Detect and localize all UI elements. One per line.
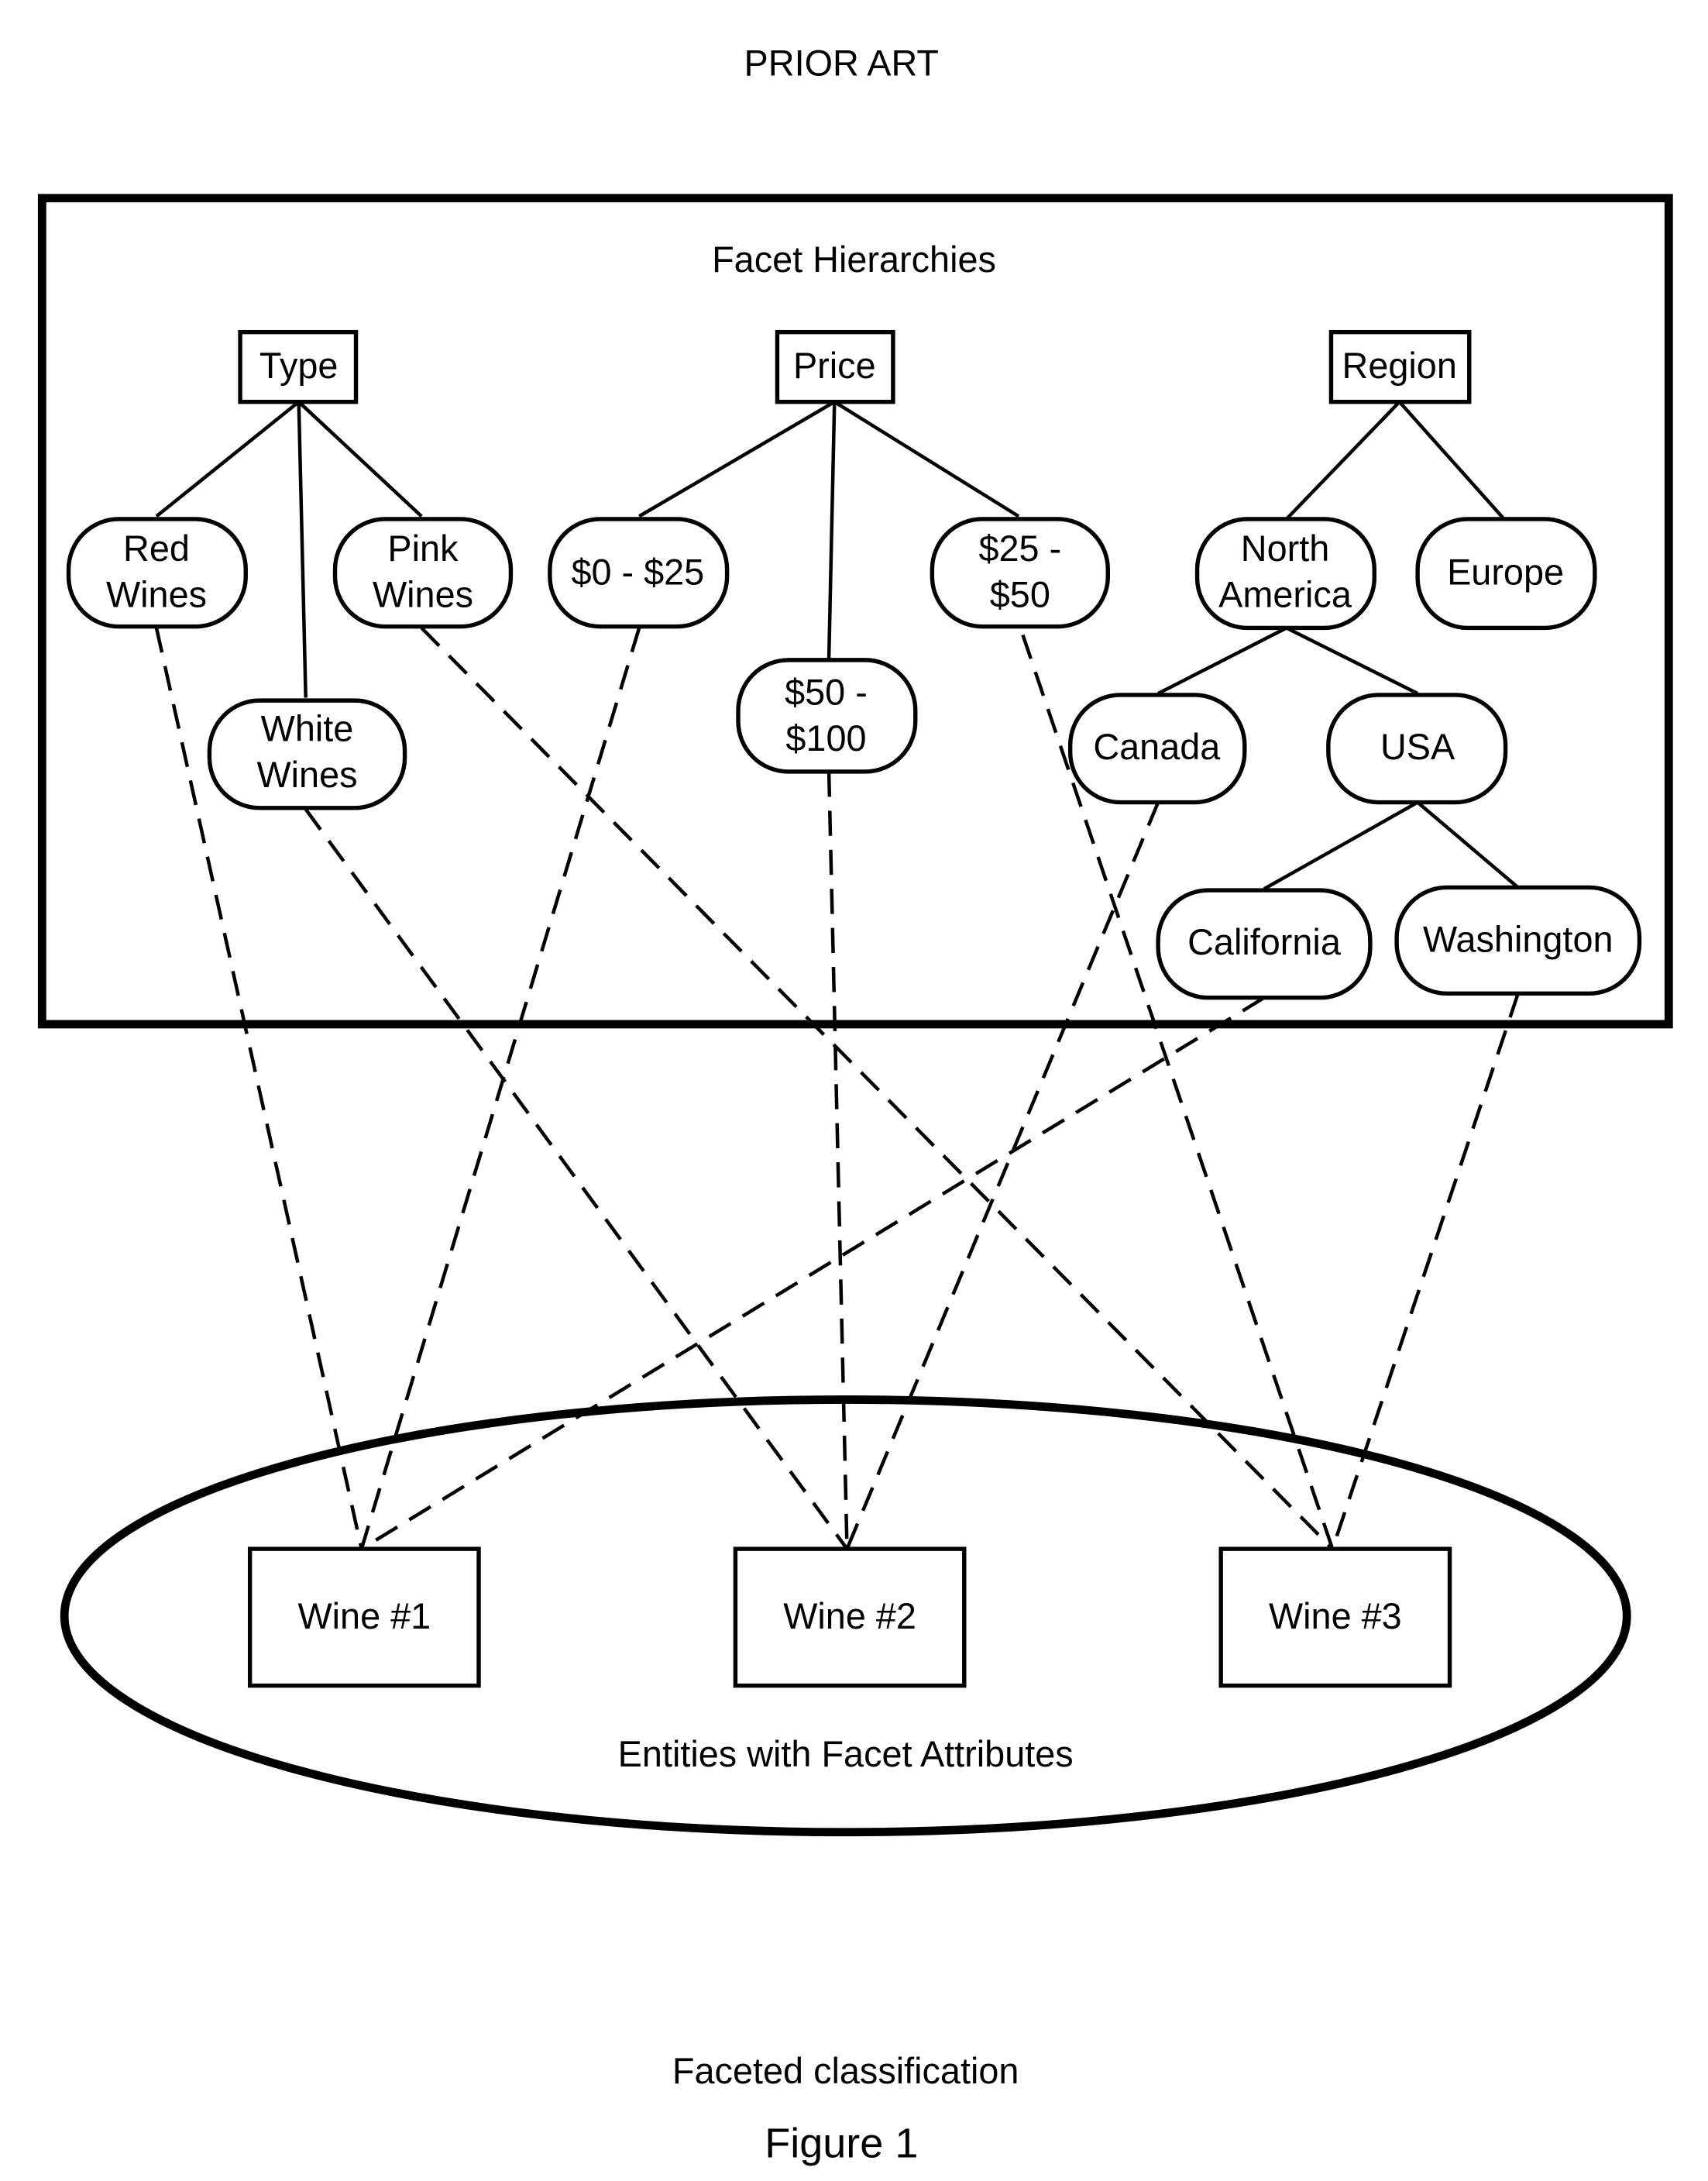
svg-text:Wines: Wines bbox=[256, 755, 357, 795]
link-washington-wine3 bbox=[1331, 992, 1520, 1550]
node-price-25-50: $25 - $50 bbox=[930, 517, 1110, 629]
node-north-america: North America bbox=[1194, 517, 1376, 631]
svg-text:Wines: Wines bbox=[106, 574, 207, 614]
svg-text:$0 - $25: $0 - $25 bbox=[571, 552, 704, 593]
link-california-wine1 bbox=[360, 996, 1266, 1551]
svg-text:North: North bbox=[1241, 528, 1329, 569]
node-price-0-25: $0 - $25 bbox=[548, 517, 730, 629]
svg-text:Region: Region bbox=[1342, 346, 1457, 386]
svg-text:White: White bbox=[261, 708, 354, 748]
svg-text:California: California bbox=[1187, 922, 1342, 962]
svg-text:Canada: Canada bbox=[1093, 727, 1221, 767]
node-europe: Europe bbox=[1415, 517, 1597, 631]
node-red-wines: Red Wines bbox=[66, 517, 248, 629]
root-region: Region bbox=[1328, 329, 1472, 404]
svg-text:Pink: Pink bbox=[387, 528, 459, 569]
svg-text:Price: Price bbox=[793, 346, 876, 386]
node-pink-wines: Pink Wines bbox=[332, 517, 514, 629]
wine-1: Wine #1 bbox=[247, 1546, 481, 1688]
wine-2: Wine #2 bbox=[733, 1546, 967, 1688]
node-canada: Canada bbox=[1067, 693, 1247, 805]
caption: Faceted classification bbox=[672, 2051, 1019, 2091]
node-price-50-100: $50 - $100 bbox=[736, 658, 918, 774]
facet-hierarchies-title: Facet Hierarchies bbox=[712, 239, 996, 280]
node-white-wines: White Wines bbox=[207, 698, 407, 810]
svg-text:$50: $50 bbox=[990, 574, 1050, 614]
svg-text:Red: Red bbox=[123, 528, 190, 569]
link-canada-wine2 bbox=[845, 801, 1160, 1550]
node-usa: USA bbox=[1326, 693, 1508, 805]
svg-text:$100: $100 bbox=[785, 718, 866, 759]
svg-text:Type: Type bbox=[259, 346, 339, 386]
root-type: Type bbox=[238, 329, 359, 404]
figure-label: Figure 1 bbox=[765, 2120, 918, 2166]
tree-edges bbox=[155, 400, 1520, 891]
svg-text:$25 -: $25 - bbox=[978, 528, 1061, 569]
svg-text:America: America bbox=[1218, 574, 1352, 614]
svg-text:Wine #1: Wine #1 bbox=[297, 1596, 431, 1636]
faceted-classification-diagram: PRIOR ART Facet Hierarchies Type Price R… bbox=[37, 43, 1673, 2166]
svg-text:Wine #3: Wine #3 bbox=[1269, 1596, 1402, 1636]
link-50-100-wine2 bbox=[827, 771, 849, 1550]
entities-title: Entities with Facet Attributes bbox=[618, 1734, 1074, 1774]
node-washington: Washington bbox=[1394, 885, 1642, 996]
svg-text:Wines: Wines bbox=[373, 574, 473, 614]
svg-text:Wine #2: Wine #2 bbox=[783, 1596, 916, 1636]
svg-text:USA: USA bbox=[1380, 727, 1455, 767]
node-california: California bbox=[1156, 888, 1373, 1000]
root-price: Price bbox=[775, 329, 895, 404]
svg-text:Washington: Washington bbox=[1423, 919, 1613, 959]
wine-3: Wine #3 bbox=[1218, 1546, 1452, 1688]
svg-text:$50 -: $50 - bbox=[785, 673, 868, 713]
prior-art-label: PRIOR ART bbox=[744, 43, 939, 83]
svg-text:Europe: Europe bbox=[1447, 552, 1564, 593]
